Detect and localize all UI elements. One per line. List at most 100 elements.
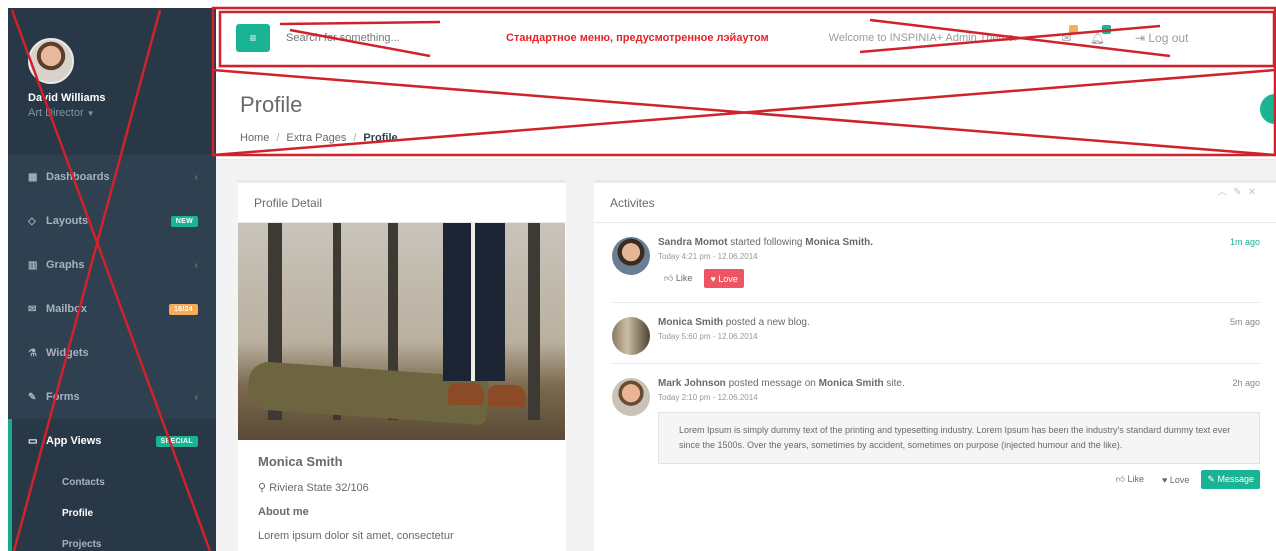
- profile-location: ⚲ Riviera State 32/106: [258, 481, 546, 494]
- feed-time-ago: 1m ago: [1229, 237, 1260, 247]
- menu-toggle-button[interactable]: ≡: [236, 23, 270, 52]
- feed-author[interactable]: Sandra Momot: [658, 237, 727, 248]
- profile-body: Monica Smith ⚲ Riviera State 32/106 Abou…: [238, 440, 566, 551]
- sidebar-menu: ▦ Dashboards ‹ ◇ Layouts NEW ▥ Graphs ‹ ✉ Mailb…: [8, 155, 216, 463]
- envelope-icon: ✉: [28, 303, 37, 315]
- hamburger-icon: ≡: [249, 30, 257, 45]
- avatar[interactable]: [612, 237, 650, 275]
- profile-photo: [238, 223, 565, 440]
- like-button[interactable]: 👍︎ Like: [658, 269, 699, 288]
- feed-timestamp: Today 2:10 pm - 12.06.2014: [658, 393, 758, 402]
- chart-icon: ▥: [28, 259, 38, 271]
- feed-author[interactable]: Monica Smith: [658, 317, 723, 328]
- topbar: ≡ Стандартное меню, предусмотренное лэйа…: [216, 8, 1276, 68]
- button-label: Love: [1169, 474, 1190, 485]
- submenu-item-contacts[interactable]: Contacts: [62, 467, 216, 498]
- heart-icon: ♥: [710, 273, 716, 284]
- feed-target[interactable]: Monica Smith.: [805, 237, 873, 248]
- message-button[interactable]: ✎ Message: [1201, 470, 1260, 489]
- sidebar-item-mailbox[interactable]: ✉ Mailbox 16/24: [8, 287, 216, 331]
- panel-title: Activites: [594, 183, 1276, 223]
- chevron-left-icon: ‹: [194, 259, 198, 271]
- feed-text: Sandra Momot started following Monica Sm…: [658, 237, 1260, 248]
- sidebar-item-dashboards[interactable]: ▦ Dashboards ‹: [8, 155, 216, 199]
- user-role-dropdown[interactable]: Art Director ▼: [28, 107, 216, 119]
- diamond-icon: ◇: [28, 215, 36, 227]
- feed-action: started following: [727, 237, 806, 248]
- user-role: Art Director: [28, 107, 84, 119]
- avatar[interactable]: [28, 38, 74, 84]
- alerts-button[interactable]: 🔔︎: [1090, 24, 1111, 45]
- like-button[interactable]: 👍︎ Like: [1109, 470, 1151, 489]
- feed-target[interactable]: Monica Smith: [819, 378, 884, 389]
- breadcrumb-current: Profile: [363, 132, 398, 144]
- button-label: Like: [675, 273, 693, 283]
- breadcrumb-home[interactable]: Home: [240, 132, 269, 144]
- sidebar-submenu: Contacts Profile Projects: [8, 463, 216, 551]
- page-heading: Profile Home / Extra Pages / Profile: [216, 68, 1276, 144]
- sidebar-item-forms[interactable]: ✎ Forms ‹: [8, 375, 216, 419]
- profile-detail-panel: Profile Detail Monica Smith ⚲ Riviera St…: [238, 180, 566, 551]
- sidebar-item-label: Graphs: [46, 259, 85, 271]
- feed-timestamp: Today 5:60 pm - 12.06.2014: [658, 332, 758, 341]
- avatar[interactable]: [612, 378, 650, 416]
- feed-action: posted message on: [725, 378, 819, 389]
- welcome-message: Welcome to INSPINIA+ Admin Theme.: [828, 31, 1017, 44]
- feed-action-suffix: site.: [883, 378, 905, 389]
- submenu-item-projects[interactable]: Projects: [62, 529, 216, 551]
- feed-actions: 👍︎ Like ♥ Love: [658, 269, 1260, 288]
- love-button[interactable]: ♥ Love: [1156, 470, 1196, 489]
- feed-action: posted a new blog.: [723, 317, 810, 328]
- messages-button[interactable]: ✉: [1062, 24, 1078, 45]
- breadcrumb: Home / Extra Pages / Profile: [240, 132, 1276, 144]
- heart-icon: ♥: [1162, 474, 1168, 485]
- feed-text: Mark Johnson posted message on Monica Sm…: [658, 378, 1260, 389]
- feed-item: Mark Johnson posted message on Monica Sm…: [612, 364, 1260, 503]
- message-well: Lorem Ipsum is simply dummy text of the …: [658, 412, 1260, 464]
- avatar[interactable]: [612, 317, 650, 355]
- logout-link[interactable]: ⇥ Log out: [1135, 31, 1188, 45]
- breadcrumb-extra-pages[interactable]: Extra Pages: [286, 132, 346, 144]
- sidebar-item-layouts[interactable]: ◇ Layouts NEW: [8, 199, 216, 243]
- feed-time-ago: 2h ago: [1232, 378, 1260, 388]
- feed-time-ago: 5m ago: [1229, 317, 1260, 327]
- legs: [443, 223, 505, 381]
- shoe: [448, 383, 484, 405]
- button-label: Message: [1217, 474, 1254, 484]
- flask-icon: ⚗: [28, 347, 37, 359]
- button-label: Like: [1127, 474, 1145, 484]
- shoe: [488, 385, 526, 407]
- submenu-item-profile[interactable]: Profile: [62, 498, 216, 529]
- user-name: David Williams: [28, 92, 106, 104]
- page-title: Profile: [240, 92, 303, 117]
- search-input[interactable]: [286, 31, 466, 44]
- annotation-note: Стандартное меню, предусмотренное лэйаут…: [506, 31, 769, 44]
- chevron-left-icon: ‹: [194, 391, 198, 403]
- sidebar-item-graphs[interactable]: ▥ Graphs ‹: [8, 243, 216, 287]
- wrench-icon[interactable]: ✎: [1233, 187, 1247, 198]
- count-badge: 16/24: [168, 303, 198, 315]
- status-badge: NEW: [170, 215, 198, 227]
- about-text: Lorem ipsum dolor sit amet, consectetur: [258, 530, 454, 542]
- thumbs-up-icon: 👍︎: [1115, 474, 1125, 484]
- map-marker-icon: ⚲: [258, 482, 267, 494]
- main-content: Profile Detail Monica Smith ⚲ Riviera St…: [216, 160, 1276, 551]
- sidebar-item-label: Layouts: [46, 215, 89, 227]
- desktop-icon: ▭: [28, 435, 38, 447]
- activities-panel: Activites ︿✎✕ Sandra Momot started follo…: [594, 180, 1276, 551]
- sidebar-profile: David Williams Art Director ▼: [8, 8, 216, 155]
- collapse-icon[interactable]: ︿: [1217, 187, 1233, 198]
- sidebar-item-label: Widgets: [46, 347, 89, 359]
- close-icon[interactable]: ✕: [1248, 187, 1262, 198]
- sidebar-item-label: Forms: [46, 391, 80, 403]
- panel-tools: ︿✎✕: [1217, 183, 1262, 198]
- feed-author[interactable]: Mark Johnson: [658, 378, 726, 389]
- chevron-left-icon: ‹: [194, 171, 198, 183]
- sidebar-item-widgets[interactable]: ⚗ Widgets: [8, 331, 216, 375]
- sidebar-item-label: Dashboards: [46, 171, 110, 183]
- sidebar-item-app-views[interactable]: ▭ App Views SPECIAL: [8, 419, 216, 463]
- feed-timestamp: Today 4:21 pm - 12.06.2014: [658, 252, 758, 261]
- about-heading: About me: [258, 506, 309, 518]
- feed-item: Sandra Momot started following Monica Sm…: [612, 223, 1260, 303]
- love-button[interactable]: ♥ Love: [704, 269, 744, 288]
